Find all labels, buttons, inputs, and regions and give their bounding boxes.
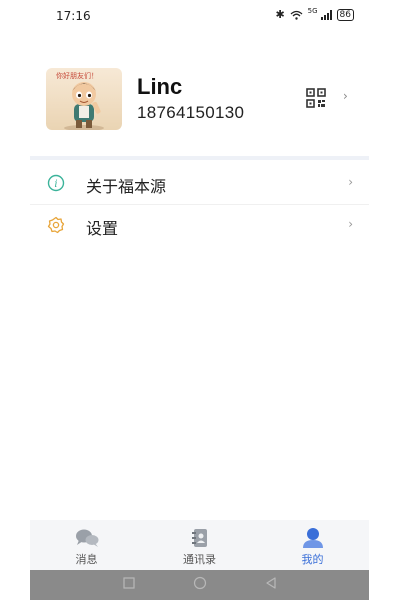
chevron-right-icon: › xyxy=(348,175,353,189)
chevron-right-icon: › xyxy=(343,89,348,103)
profile-name: Linc xyxy=(137,74,183,99)
contacts-book-icon xyxy=(192,529,207,547)
wifi-icon xyxy=(290,10,303,20)
status-bar: 17:16 ✱ 5G 86 xyxy=(0,0,400,32)
network-type: 5G xyxy=(307,6,318,15)
tab-label: 通讯录 xyxy=(183,553,216,566)
tab-messages[interactable]: 消息 xyxy=(30,520,143,570)
chat-bubbles-icon xyxy=(76,529,99,547)
cartoon-character-image xyxy=(64,82,104,130)
avatar[interactable]: 你好朋友们！ xyxy=(46,68,122,130)
status-icons: ✱ 5G 86 xyxy=(275,6,354,21)
bottom-tab-bar: 消息 通讯录 我的 xyxy=(30,520,369,570)
svg-text:i: i xyxy=(54,179,57,190)
menu-item-about[interactable]: i 关于福本源 › xyxy=(30,162,369,205)
home-button[interactable] xyxy=(193,576,207,590)
tab-label: 我的 xyxy=(301,553,324,566)
info-icon: i xyxy=(47,174,65,192)
user-icon xyxy=(303,528,323,548)
tab-contacts[interactable]: 通讯录 xyxy=(143,520,256,570)
tab-label: 消息 xyxy=(75,553,98,566)
profile-phone: 18764150130 xyxy=(137,103,245,122)
back-button[interactable] xyxy=(264,576,278,590)
menu-item-label: 关于福本源 xyxy=(86,177,167,196)
section-divider xyxy=(30,156,369,160)
bluetooth-icon: ✱ xyxy=(275,8,285,21)
qr-code-icon[interactable] xyxy=(306,88,326,108)
tab-mine[interactable]: 我的 xyxy=(256,520,369,570)
signal-icon xyxy=(320,9,332,20)
chevron-right-icon: › xyxy=(348,217,353,231)
status-time: 17:16 xyxy=(56,9,91,23)
menu-item-label: 设置 xyxy=(86,219,119,238)
recent-apps-button[interactable] xyxy=(122,576,136,590)
battery-icon: 86 xyxy=(336,8,354,21)
gear-icon xyxy=(47,216,65,234)
system-nav-bar xyxy=(30,570,369,600)
menu-item-settings[interactable]: 设置 › xyxy=(30,204,369,246)
profile-card[interactable]: 你好朋友们！ Linc 18764150130 › xyxy=(46,68,376,130)
